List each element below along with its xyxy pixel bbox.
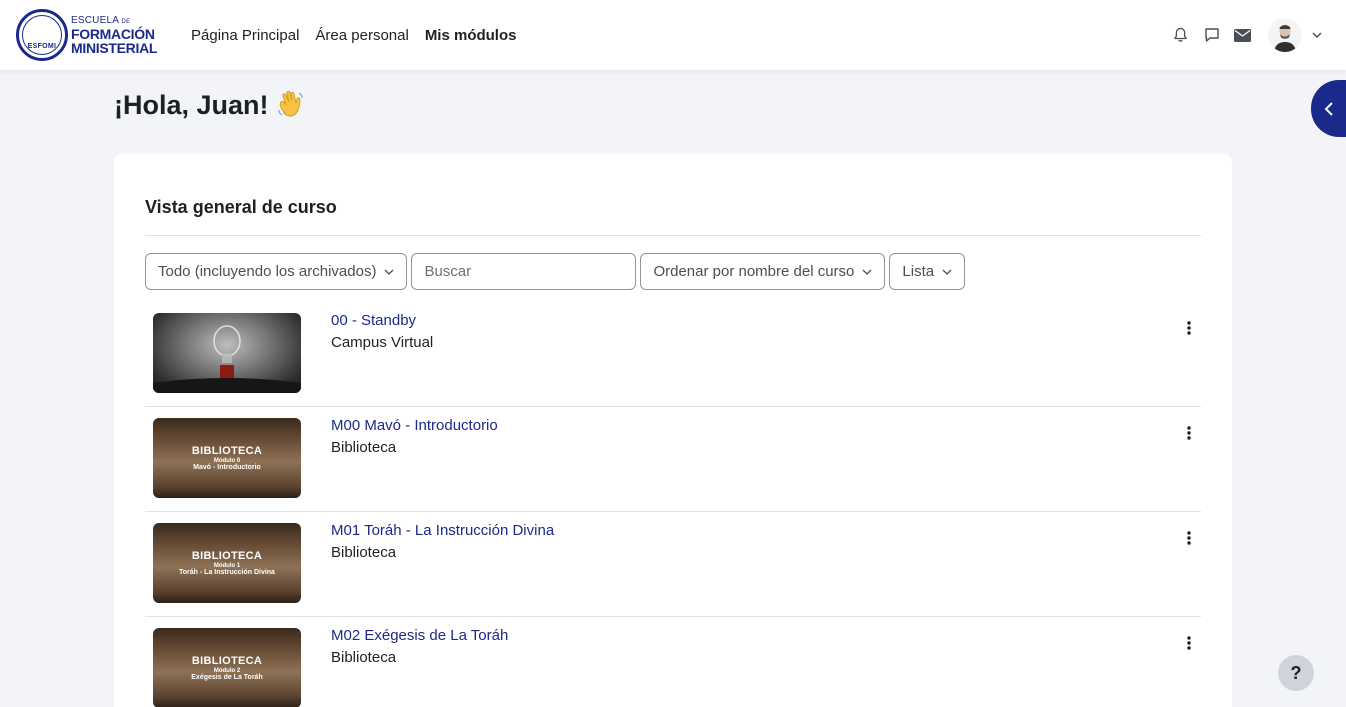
list-item: 00 - Standby Campus Virtual [145, 302, 1201, 407]
course-image-title: BIBLIOTECA [191, 550, 263, 562]
course-image[interactable]: BIBLIOTECA Módulo 2 Exégesis de La Toráh [153, 628, 301, 707]
lightbulb-icon [153, 325, 301, 393]
chevron-left-icon [1324, 101, 1333, 116]
grouping-dropdown[interactable]: Todo (incluyendo los archivados) [145, 253, 408, 290]
avatar [1268, 18, 1302, 52]
course-name-link[interactable]: M00 Mavó - Introductorio [331, 417, 498, 434]
logo-line1: ESCUELA [71, 14, 119, 26]
course-overview-card: Vista general de curso Todo (incluyendo … [114, 154, 1232, 707]
more-vertical-icon [1187, 636, 1191, 650]
sort-dropdown[interactable]: Ordenar por nombre del curso [640, 253, 886, 290]
more-vertical-icon [1187, 321, 1191, 335]
course-name-link[interactable]: M01 Toráh - La Instrucción Divina [331, 522, 554, 539]
logo-line3: MINISTERIAL [71, 39, 158, 56]
sort-dropdown-label: Ordenar por nombre del curso [653, 263, 855, 280]
waving-hand-icon [277, 91, 303, 117]
site-logo[interactable]: ESFOMI ESCUELA DE FORMACIÓN MINISTERIAL [16, 9, 158, 61]
logo-line2: FORMACIÓN [71, 25, 155, 42]
course-list: 00 - Standby Campus Virtual BIBLIOTECA M… [145, 302, 1201, 707]
course-filters: Todo (incluyendo los archivados) Ordenar… [145, 253, 966, 290]
view-dropdown[interactable]: Lista [889, 253, 966, 290]
course-actions-menu[interactable] [1177, 631, 1201, 655]
grouping-dropdown-label: Todo (incluyendo los archivados) [158, 263, 377, 280]
list-item: BIBLIOTECA Módulo 1 Toráh - La Instrucci… [145, 512, 1201, 617]
help-button[interactable]: ? [1278, 655, 1314, 691]
logo-seal-icon: ESFOMI [16, 9, 68, 61]
page-greeting: ¡Hola, Juan! [114, 89, 307, 121]
more-vertical-icon [1187, 531, 1191, 545]
list-item: BIBLIOTECA Módulo 0 Mavó - Introductorio… [145, 407, 1201, 512]
course-actions-menu[interactable] [1177, 526, 1201, 550]
user-navigation [1165, 0, 1322, 70]
top-navbar: ESFOMI ESCUELA DE FORMACIÓN MINISTERIAL … [0, 0, 1346, 70]
bell-icon[interactable] [1165, 20, 1196, 51]
chevron-down-icon [384, 269, 394, 275]
course-category: Biblioteca [331, 439, 397, 456]
course-category: Biblioteca [331, 649, 397, 666]
greeting-text: ¡Hola, Juan! [114, 89, 269, 120]
nav-link-dashboard[interactable]: Área personal [307, 27, 416, 44]
chevron-down-icon [862, 269, 872, 275]
course-image[interactable] [153, 313, 301, 393]
more-vertical-icon [1187, 426, 1191, 440]
user-menu-toggle[interactable] [1268, 18, 1322, 52]
course-overview-title: Vista general de curso [145, 197, 337, 217]
chevron-down-icon [1312, 32, 1322, 38]
logo-line1-small: DE [121, 18, 131, 25]
course-image-name: Toráh - La Instrucción Divina [179, 569, 275, 576]
course-image-name: Mavó - Introductorio [193, 464, 261, 471]
course-image[interactable]: BIBLIOTECA Módulo 1 Toráh - La Instrucci… [153, 523, 301, 603]
logo-text: ESCUELA DE FORMACIÓN MINISTERIAL [71, 14, 158, 56]
nav-link-home[interactable]: Página Principal [183, 27, 307, 44]
course-name-link[interactable]: 00 - Standby [331, 312, 416, 329]
course-category: Biblioteca [331, 544, 397, 561]
course-category: Campus Virtual [331, 334, 434, 351]
mail-icon[interactable] [1227, 20, 1258, 51]
course-image-title: BIBLIOTECA [191, 655, 263, 667]
divider [145, 235, 1201, 236]
open-drawer-button[interactable] [1311, 80, 1346, 137]
search-input[interactable] [411, 253, 637, 290]
chat-icon[interactable] [1196, 20, 1227, 51]
primary-navigation: Página Principal Área personal Mis módul… [183, 0, 524, 70]
course-image-title: BIBLIOTECA [191, 445, 263, 457]
course-name-link[interactable]: M02 Exégesis de La Toráh [331, 627, 508, 644]
nav-link-my-modules[interactable]: Mis módulos [417, 27, 525, 44]
course-image[interactable]: BIBLIOTECA Módulo 0 Mavó - Introductorio [153, 418, 301, 498]
logo-seal-text: ESFOMI [27, 43, 57, 50]
course-actions-menu[interactable] [1177, 421, 1201, 445]
view-dropdown-label: Lista [902, 263, 935, 280]
chevron-down-icon [942, 269, 952, 275]
course-actions-menu[interactable] [1177, 316, 1201, 340]
course-image-name: Exégesis de La Toráh [191, 674, 263, 681]
list-item: BIBLIOTECA Módulo 2 Exégesis de La Toráh… [145, 617, 1201, 707]
